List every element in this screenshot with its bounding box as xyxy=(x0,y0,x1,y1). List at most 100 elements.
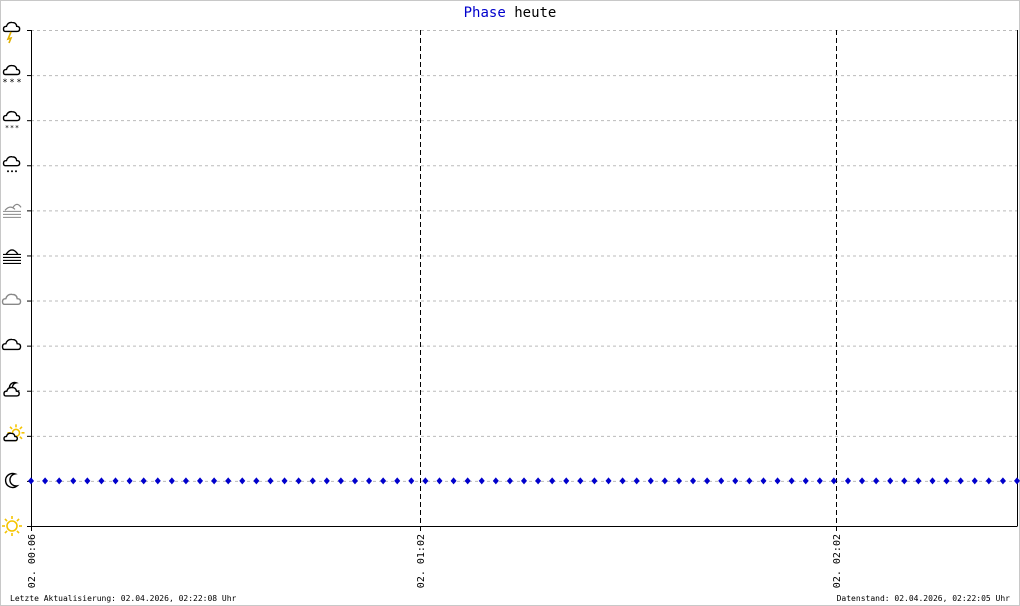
phase-point xyxy=(647,477,654,485)
phase-point xyxy=(521,477,527,485)
phase-point xyxy=(718,477,725,485)
phase-point xyxy=(422,477,429,485)
phase-point xyxy=(84,477,91,485)
phase-point xyxy=(239,477,246,485)
partly-cloudy-day-icon xyxy=(3,424,25,442)
moon-icon xyxy=(4,472,20,489)
phase-point xyxy=(999,477,1006,485)
phase-point xyxy=(732,477,739,485)
svg-text:*: * xyxy=(10,124,14,132)
phase-chart: * * ** * * 02. 00:06 02. 01:02 02. 02:02 xyxy=(1,21,1020,588)
svg-text:*: * xyxy=(15,124,19,132)
phase-point xyxy=(380,477,387,485)
phase-point xyxy=(549,477,556,485)
phase-point xyxy=(802,477,809,485)
phase-point xyxy=(816,477,823,485)
grid-lines xyxy=(31,30,1017,482)
fog-icon xyxy=(3,249,21,265)
phase-point xyxy=(42,477,49,485)
phase-point xyxy=(563,477,570,485)
svg-text:*: * xyxy=(3,78,8,88)
phase-point xyxy=(281,477,288,485)
phase-point xyxy=(337,477,344,485)
x-tick-label: 02. 01:02 xyxy=(416,534,427,588)
phase-point xyxy=(126,477,133,485)
phase-point xyxy=(887,477,894,485)
phase-point xyxy=(267,477,274,485)
phase-point xyxy=(971,477,978,485)
phase-point xyxy=(295,477,302,485)
thunderstorm-icon xyxy=(2,21,21,44)
phase-point xyxy=(661,477,668,485)
phase-point xyxy=(591,477,598,485)
x-tick-label: 02. 02:02 xyxy=(832,534,843,588)
phase-point xyxy=(464,477,471,485)
phase-point xyxy=(211,477,218,485)
phase-point xyxy=(901,477,908,485)
phase-point xyxy=(323,477,330,485)
phase-point xyxy=(366,477,373,485)
phase-point xyxy=(915,477,922,485)
last-update-text: Letzte Aktualisierung: 02.04.2026, 02:22… xyxy=(10,594,237,603)
phase-point xyxy=(197,477,204,485)
phase-point xyxy=(690,477,697,485)
phase-point xyxy=(873,477,880,485)
phase-point xyxy=(774,477,781,485)
phase-point xyxy=(351,477,358,485)
phase-point xyxy=(225,477,232,485)
phase-point xyxy=(154,477,161,485)
haze-icon xyxy=(3,203,22,218)
phase-point xyxy=(619,477,626,485)
phase-point xyxy=(675,477,682,485)
phase-point xyxy=(844,477,851,485)
overcast-icon xyxy=(1,293,22,306)
phase-point xyxy=(70,477,77,485)
phase-point xyxy=(788,477,795,485)
phase-point xyxy=(633,477,640,485)
phase-point xyxy=(957,477,964,485)
snow-icon: * * * xyxy=(3,64,22,88)
cloud-icon xyxy=(1,338,22,351)
phase-point xyxy=(182,477,189,485)
svg-text:*: * xyxy=(5,124,9,132)
svg-text:*: * xyxy=(17,78,22,88)
phase-point xyxy=(1014,477,1020,485)
svg-text:*: * xyxy=(10,78,15,88)
sun-icon xyxy=(2,516,22,536)
phase-point xyxy=(760,477,767,485)
y-axis-icons: * * ** * * xyxy=(1,21,25,536)
phase-point xyxy=(746,477,753,485)
phase-point xyxy=(253,477,260,485)
phase-point xyxy=(394,477,401,485)
phase-point xyxy=(985,477,992,485)
phase-point xyxy=(577,477,584,485)
axes xyxy=(27,30,1018,531)
phase-point xyxy=(309,477,316,485)
x-tick-label: 02. 00:06 xyxy=(27,534,38,588)
phase-point xyxy=(492,477,499,485)
phase-point xyxy=(605,477,612,485)
phase-point xyxy=(98,477,105,485)
phase-point xyxy=(408,477,415,485)
phase-point xyxy=(450,477,457,485)
phase-point xyxy=(112,477,119,485)
phase-point xyxy=(704,477,711,485)
data-timestamp-text: Datenstand: 02.04.2026, 02:22:05 Uhr xyxy=(836,594,1010,603)
phase-point xyxy=(929,477,936,485)
phase-point xyxy=(535,477,542,485)
phase-point xyxy=(830,477,837,485)
phase-point xyxy=(56,477,63,485)
rain-icon xyxy=(2,156,21,173)
phase-point xyxy=(168,477,175,485)
partly-cloudy-night-icon xyxy=(3,381,20,397)
phase-point xyxy=(506,477,513,485)
day-markers xyxy=(420,30,837,526)
phase-point xyxy=(436,477,443,485)
phase-point xyxy=(943,477,950,485)
phase-point xyxy=(140,477,147,485)
phase-point xyxy=(859,477,866,485)
x-axis-labels: 02. 00:06 02. 01:02 02. 02:02 xyxy=(27,534,843,588)
sleet-icon: * * * xyxy=(2,110,21,132)
phase-point xyxy=(478,477,485,485)
phase-point xyxy=(28,477,34,485)
